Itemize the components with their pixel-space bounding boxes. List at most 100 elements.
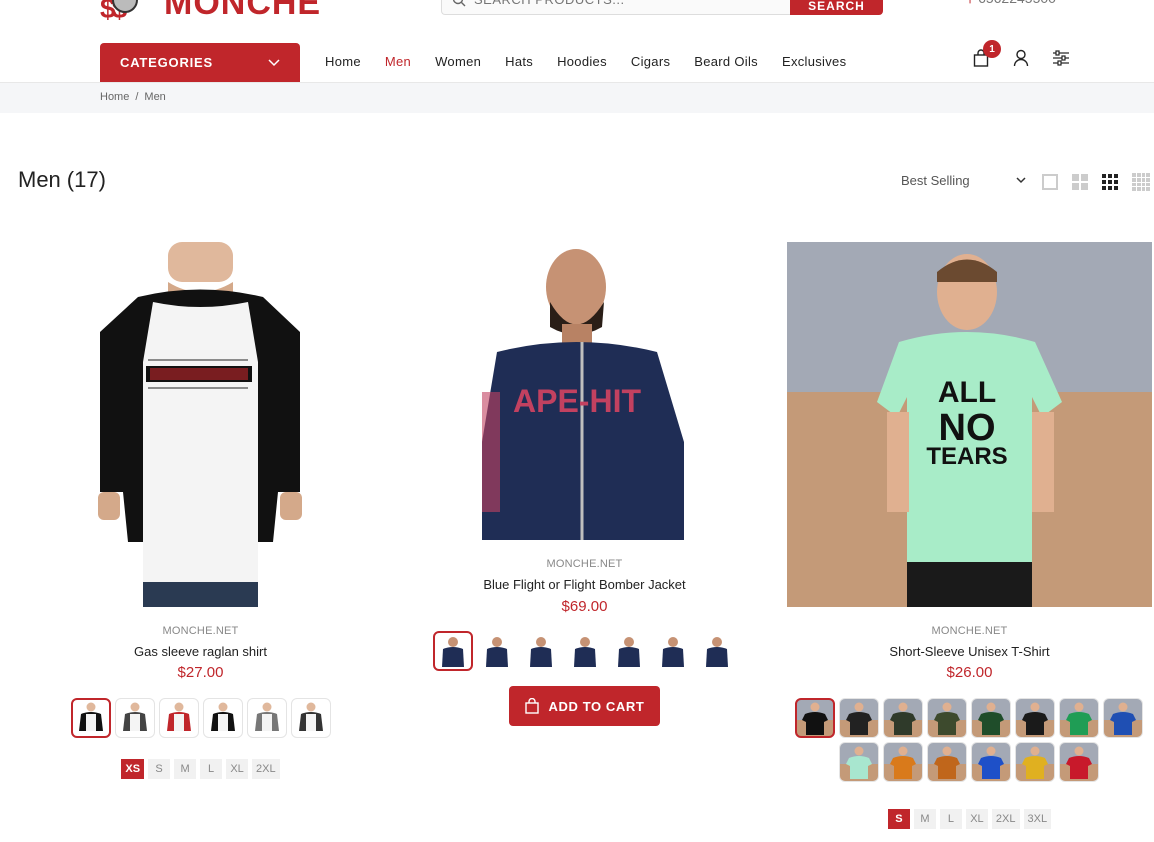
color-swatch[interactable] bbox=[971, 698, 1011, 738]
location-pin-icon: ⚲ bbox=[966, 0, 974, 5]
chevron-down-icon bbox=[268, 58, 280, 66]
breadcrumb-home[interactable]: Home bbox=[100, 91, 129, 103]
color-swatch[interactable] bbox=[246, 698, 287, 738]
breadcrumb-current: Men bbox=[144, 91, 166, 103]
nav-item-hats[interactable]: Hats bbox=[505, 54, 533, 69]
add-to-cart-button[interactable]: ADD TO CART bbox=[509, 686, 660, 726]
color-swatch[interactable] bbox=[653, 631, 693, 671]
product-price: $26.00 bbox=[946, 664, 993, 681]
add-to-cart-label: ADD TO CART bbox=[548, 698, 645, 714]
color-swatch[interactable] bbox=[883, 742, 923, 782]
product-vendor: MONCHE.NET bbox=[162, 625, 239, 637]
nav-item-women[interactable]: Women bbox=[435, 54, 481, 69]
size-option-3xl[interactable]: 3XL bbox=[1023, 809, 1052, 829]
grid-2-col-icon[interactable] bbox=[1072, 174, 1088, 190]
color-swatch[interactable] bbox=[477, 631, 517, 671]
categories-label: CATEGORIES bbox=[120, 55, 213, 70]
color-swatch[interactable] bbox=[1059, 698, 1099, 738]
color-swatch[interactable] bbox=[839, 742, 879, 782]
color-swatches bbox=[430, 631, 740, 671]
logo-text: MONCHE bbox=[164, 0, 322, 22]
color-swatch[interactable] bbox=[609, 631, 649, 671]
nav-item-beard-oils[interactable]: Beard Oils bbox=[694, 54, 758, 69]
phone-contact: ⚲ 6562245500 bbox=[966, 0, 1056, 6]
grid-3-col-icon[interactable] bbox=[1102, 174, 1118, 190]
sort-label: Best Selling bbox=[901, 173, 970, 188]
categories-dropdown-button[interactable]: CATEGORIES bbox=[100, 43, 300, 82]
color-swatch[interactable] bbox=[839, 698, 879, 738]
product-title[interactable]: Gas sleeve raglan shirt bbox=[18, 644, 383, 659]
search-icon bbox=[453, 0, 466, 6]
size-options: XS S M L XL 2XL bbox=[18, 759, 383, 779]
grid-view-switcher bbox=[1042, 173, 1150, 191]
nav-item-hoodies[interactable]: Hoodies bbox=[557, 54, 607, 69]
product-card: ALL NO TEARS MONCHE.NET Short-Sleeve Uni… bbox=[787, 242, 1152, 842]
color-swatch[interactable] bbox=[697, 631, 737, 671]
color-swatch[interactable] bbox=[971, 742, 1011, 782]
search-field[interactable] bbox=[441, 0, 791, 15]
color-swatch[interactable] bbox=[70, 698, 111, 738]
product-vendor: MONCHE.NET bbox=[931, 625, 1008, 637]
size-option-xl[interactable]: XL bbox=[226, 759, 249, 779]
main-nav: Home Men Women Hats Hoodies Cigars Beard… bbox=[325, 54, 870, 69]
search-input[interactable] bbox=[474, 0, 774, 7]
phone-number: 6562245500 bbox=[978, 0, 1056, 6]
color-swatch[interactable] bbox=[927, 698, 967, 738]
size-option-2xl[interactable]: 2XL bbox=[252, 759, 280, 779]
grid-1-col-icon[interactable] bbox=[1042, 174, 1058, 190]
size-option-m[interactable]: M bbox=[174, 759, 197, 779]
color-swatch[interactable] bbox=[1015, 742, 1055, 782]
color-swatch[interactable] bbox=[565, 631, 605, 671]
logo[interactable]: $$ MONCHE bbox=[100, 0, 322, 24]
product-title[interactable]: Blue Flight or Flight Bomber Jacket bbox=[402, 577, 767, 592]
svg-text:TEARS: TEARS bbox=[926, 443, 1007, 470]
product-card: APE-HIT MONCHE.NET Blue Flight or Flight… bbox=[402, 242, 767, 742]
user-icon bbox=[1013, 49, 1029, 67]
color-swatch[interactable] bbox=[114, 698, 155, 738]
collection-title: Men bbox=[18, 167, 61, 192]
nav-item-home[interactable]: Home bbox=[325, 54, 361, 69]
sliders-icon bbox=[1053, 50, 1069, 66]
size-option-xs[interactable]: XS bbox=[121, 759, 145, 779]
size-option-xl[interactable]: XL bbox=[965, 809, 988, 829]
size-option-s[interactable]: S bbox=[887, 809, 910, 829]
color-swatch[interactable] bbox=[883, 698, 923, 738]
product-price: $69.00 bbox=[561, 598, 608, 615]
color-swatch[interactable] bbox=[290, 698, 331, 738]
size-option-l[interactable]: L bbox=[200, 759, 223, 779]
account-button[interactable] bbox=[1012, 48, 1030, 68]
header-icons: 1 bbox=[972, 40, 1070, 68]
color-swatch[interactable] bbox=[1103, 698, 1143, 738]
color-swatch[interactable] bbox=[202, 698, 243, 738]
grid-4-col-icon[interactable] bbox=[1132, 173, 1150, 191]
color-swatch[interactable] bbox=[927, 742, 967, 782]
product-price: $27.00 bbox=[177, 664, 224, 681]
product-vendor: MONCHE.NET bbox=[546, 558, 623, 570]
nav-item-men[interactable]: Men bbox=[385, 54, 411, 69]
size-option-l[interactable]: L bbox=[939, 809, 962, 829]
product-title[interactable]: Short-Sleeve Unisex T-Shirt bbox=[787, 644, 1152, 659]
nav-item-cigars[interactable]: Cigars bbox=[631, 54, 670, 69]
color-swatch[interactable] bbox=[521, 631, 561, 671]
color-swatch[interactable] bbox=[158, 698, 199, 738]
color-swatch[interactable] bbox=[433, 631, 473, 671]
sort-select[interactable]: Best Selling bbox=[901, 173, 1026, 188]
size-option-m[interactable]: M bbox=[913, 809, 936, 829]
product-image[interactable]: ALL NO TEARS bbox=[787, 242, 1152, 607]
color-swatch[interactable] bbox=[1015, 698, 1055, 738]
nav-item-exclusives[interactable]: Exclusives bbox=[782, 54, 846, 69]
search-button[interactable]: SEARCH bbox=[790, 0, 883, 15]
product-image[interactable] bbox=[18, 242, 383, 607]
size-option-s[interactable]: S bbox=[148, 759, 171, 779]
product-image[interactable]: APE-HIT bbox=[402, 242, 767, 540]
size-option-2xl[interactable]: 2XL bbox=[991, 809, 1020, 829]
settings-button[interactable] bbox=[1052, 48, 1070, 68]
cart-button[interactable]: 1 bbox=[972, 40, 1001, 68]
color-swatch[interactable] bbox=[1059, 742, 1099, 782]
product-card: MONCHE.NET Gas sleeve raglan shirt $27.0… bbox=[18, 242, 383, 802]
logo-mascot-icon: $$ bbox=[100, 0, 160, 24]
page-title: Men (17) bbox=[18, 167, 106, 193]
color-swatch[interactable] bbox=[795, 698, 835, 738]
breadcrumb-bar: Home / Men bbox=[0, 82, 1154, 113]
svg-text:APE-HIT: APE-HIT bbox=[513, 383, 641, 419]
